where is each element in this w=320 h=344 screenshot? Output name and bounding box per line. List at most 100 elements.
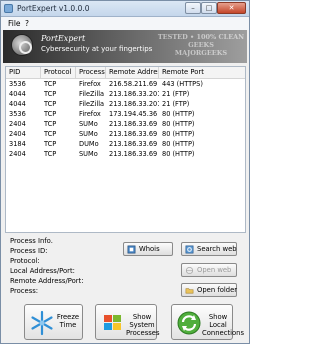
protocol-label: Protocol: [10, 257, 40, 265]
connections-table[interactable]: PID Protocol Process Remote Address Remo… [5, 66, 246, 233]
cell-protocol: TCP [44, 150, 57, 158]
cell-remote-port: 80 (HTTP) [162, 150, 195, 158]
banner-tagline: Cybersecurity at your fingertips [41, 45, 153, 53]
cell-remote-port: 80 (HTTP) [162, 140, 195, 148]
cell-pid: 4044 [9, 100, 26, 108]
folder-icon [185, 288, 194, 294]
whois-icon [127, 245, 136, 254]
maximize-button[interactable]: □ [201, 2, 217, 14]
freeze-time-label-line-1: Freeze [56, 313, 80, 321]
column-header-process[interactable]: Process [76, 67, 106, 79]
show-local-connections-label-line-2: Connections [202, 329, 244, 337]
process-label: Process: [10, 287, 39, 295]
watermark-line-2: GEEKS [188, 41, 214, 49]
cell-process: DUMo [79, 140, 99, 148]
table-header: PID Protocol Process Remote Address Remo… [6, 67, 245, 79]
cell-remote-address: 216.58.211.69 [109, 80, 158, 88]
show-local-connections-label-line-1: Show Local [208, 313, 228, 329]
cell-pid: 2404 [9, 130, 26, 138]
cell-remote-address: 213.186.33.69 [109, 150, 158, 158]
cell-process: SUMo [79, 120, 98, 128]
minimize-button[interactable]: – [185, 2, 201, 14]
search-web-button[interactable]: Search web [181, 242, 237, 256]
show-system-processes-label: Show System Processes [126, 313, 160, 337]
cell-process: SUMo [79, 150, 98, 158]
show-local-connections-button[interactable]: Show Local Connections [171, 304, 244, 340]
cell-pid: 3536 [9, 80, 26, 88]
cell-protocol: TCP [44, 100, 57, 108]
cell-protocol: TCP [44, 120, 57, 128]
cell-protocol: TCP [44, 110, 57, 118]
banner-app-name: PortExpert [41, 34, 86, 43]
cell-remote-address: 213.186.33.69 [109, 120, 158, 128]
app-window: PortExpert v1.0.0.0 – □ ✕ File ? PortExp… [0, 0, 250, 344]
cell-remote-port: 443 (HTTPS) [162, 80, 203, 88]
close-button[interactable]: ✕ [217, 2, 246, 14]
table-row[interactable]: 2404 TCP SUMo 213.186.33.69 80 (HTTP) [6, 149, 245, 159]
cell-pid: 3536 [9, 110, 26, 118]
cell-remote-port: 21 (FTP) [162, 90, 190, 98]
cell-remote-address: 213.186.33.69 [109, 130, 158, 138]
window-title: PortExpert v1.0.0.0 [17, 4, 90, 13]
cell-protocol: TCP [44, 140, 57, 148]
table-row[interactable]: 3536 TCP Firefox 216.58.211.69 443 (HTTP… [6, 79, 245, 89]
app-icon [4, 4, 13, 13]
cell-remote-port: 80 (HTTP) [162, 120, 195, 128]
portexpert-logo-icon [11, 34, 33, 56]
show-system-processes-label-line-1: Show System [129, 313, 155, 329]
watermark-line-1: TESTED • 100% CLEAN [157, 33, 245, 41]
menu-file[interactable]: File [8, 19, 21, 28]
open-folder-button-label: Open folder [197, 286, 238, 294]
table-row[interactable]: 4044 TCP FileZilla 213.186.33.201 21 (FT… [6, 89, 245, 99]
windows-logo-icon [104, 315, 121, 330]
freeze-time-label-line-2: Time [59, 321, 77, 329]
column-header-pid[interactable]: PID [6, 67, 41, 79]
table-row[interactable]: 2404 TCP SUMo 213.186.33.69 80 (HTTP) [6, 129, 245, 139]
menu-bar: File ? [1, 17, 249, 30]
table-row[interactable]: 2404 TCP SUMo 213.186.33.69 80 (HTTP) [6, 119, 245, 129]
menu-help[interactable]: ? [25, 19, 29, 28]
search-web-button-label: Search web [197, 245, 237, 253]
process-info-heading: Process Info. [10, 237, 53, 245]
cell-process: SUMo [79, 130, 98, 138]
show-system-processes-label-line-2: Processes [126, 329, 160, 337]
snowflake-icon [31, 310, 53, 336]
cell-protocol: TCP [44, 80, 57, 88]
cell-remote-address: 213.186.33.201 [109, 100, 159, 108]
process-id-label: Process ID: [10, 247, 48, 255]
cell-remote-port: 80 (HTTP) [162, 130, 195, 138]
table-row[interactable]: 3536 TCP Firefox 173.194.45.36 80 (HTTP) [6, 109, 245, 119]
table-row[interactable]: 3184 TCP DUMo 213.186.33.69 80 (HTTP) [6, 139, 245, 149]
column-header-remote-address[interactable]: Remote Address [106, 67, 159, 79]
cell-remote-address: 173.194.45.36 [109, 110, 158, 118]
cell-pid: 2404 [9, 150, 26, 158]
cell-protocol: TCP [44, 90, 57, 98]
search-icon [185, 245, 194, 254]
open-web-button[interactable]: Open web [181, 263, 237, 277]
show-local-connections-label: Show Local Connections [202, 313, 244, 337]
cell-process: Firefox [79, 110, 101, 118]
show-system-processes-button[interactable]: Show System Processes [95, 304, 160, 340]
cell-pid: 3184 [9, 140, 26, 148]
whois-button-label: Whois [139, 245, 160, 253]
table-row[interactable]: 4044 TCP FileZilla 213.186.33.201 21 (FT… [6, 99, 245, 109]
cell-process: FileZilla [79, 100, 105, 108]
column-header-remote-port[interactable]: Remote Port [159, 67, 245, 79]
open-web-button-label: Open web [197, 266, 232, 274]
column-header-protocol[interactable]: Protocol [41, 67, 76, 79]
cell-remote-address: 213.186.33.69 [109, 140, 158, 148]
cell-protocol: TCP [44, 130, 57, 138]
whois-button[interactable]: Whois [123, 242, 173, 256]
refresh-arrows-icon [177, 311, 201, 335]
remote-address-label: Remote Address/Port: [10, 277, 84, 285]
cell-remote-port: 21 (FTP) [162, 100, 190, 108]
cell-process: FileZilla [79, 90, 105, 98]
banner: PortExpert Cybersecurity at your fingert… [3, 30, 247, 63]
cell-process: Firefox [79, 80, 101, 88]
freeze-time-button[interactable]: Freeze Time [24, 304, 83, 340]
cell-pid: 2404 [9, 120, 26, 128]
title-bar[interactable]: PortExpert v1.0.0.0 – □ ✕ [1, 1, 249, 17]
open-folder-button[interactable]: Open folder [181, 283, 237, 297]
majorgeeks-watermark: TESTED • 100% CLEAN GEEKS MAJORGEEKS [155, 33, 247, 57]
local-address-label: Local Address/Port: [10, 267, 75, 275]
